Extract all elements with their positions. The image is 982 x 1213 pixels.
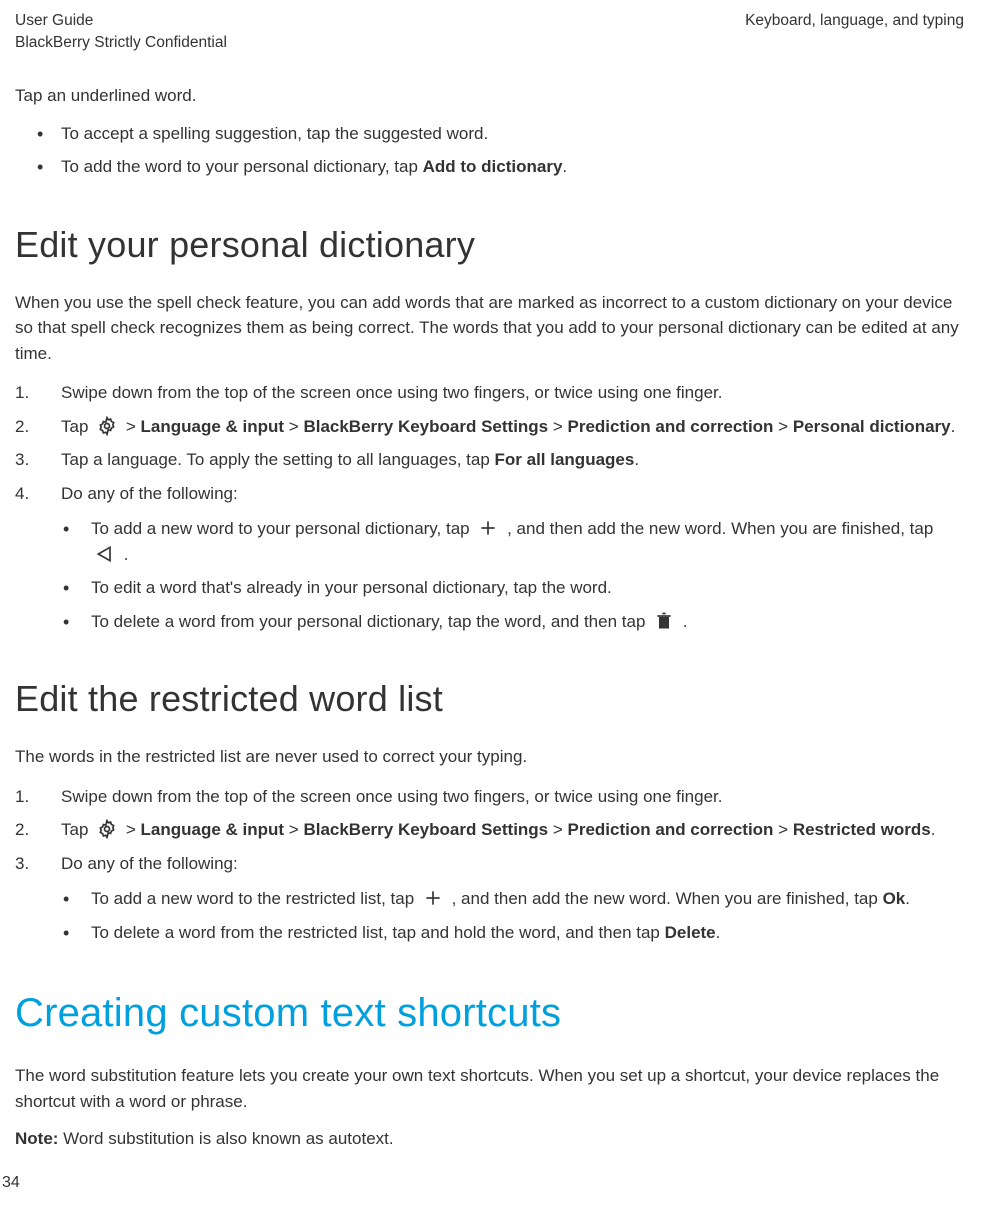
intro-bullet-2-bold: Add to dictionary: [423, 157, 563, 176]
s1s2-b3: Prediction and correction: [568, 417, 774, 436]
section2-sub1: To add a new word to the restricted list…: [63, 886, 964, 912]
s1s2-gt1: >: [121, 417, 140, 436]
settings-gear-icon: [97, 416, 117, 436]
section1-sub3: To delete a word from your personal dict…: [63, 609, 964, 635]
s2s2-b1: Language & input: [141, 820, 285, 839]
section1-step4: Do any of the following: To add a new wo…: [15, 481, 964, 635]
s1s3-suffix: .: [634, 450, 639, 469]
s2sub1-b: , and then add the new word. When you ar…: [447, 889, 883, 908]
s2sub1-c: .: [905, 889, 910, 908]
s1sub2-text: To edit a word that's already in your pe…: [91, 578, 612, 597]
intro-bullet-2-prefix: To add the word to your personal diction…: [61, 157, 423, 176]
header-right: Keyboard, language, and typing: [745, 10, 964, 53]
section2-desc: The words in the restricted list are nev…: [15, 744, 964, 770]
section1-sub2: To edit a word that's already in your pe…: [63, 575, 964, 601]
s1s2-b4: Personal dictionary: [793, 417, 951, 436]
s2s2-gt1: >: [121, 820, 140, 839]
intro-bullet-list: To accept a spelling suggestion, tap the…: [15, 121, 964, 180]
s1s2-b1: Language & input: [141, 417, 285, 436]
section3-desc: The word substitution feature lets you c…: [15, 1063, 964, 1114]
s2s2-b4: Restricted words: [793, 820, 931, 839]
section2-step1: Swipe down from the top of the screen on…: [15, 784, 964, 810]
settings-gear-icon: [97, 819, 117, 839]
section2-steps: Swipe down from the top of the screen on…: [15, 784, 964, 946]
s2sub2-a: To delete a word from the restricted lis…: [91, 923, 665, 942]
s1sub1-a: To add a new word to your personal dicti…: [91, 519, 474, 538]
header-section-title: Keyboard, language, and typing: [745, 10, 964, 32]
intro-bullet-2: To add the word to your personal diction…: [37, 154, 964, 180]
s1s2-gt2: >: [284, 417, 303, 436]
intro-bullet-2-suffix: .: [562, 157, 567, 176]
s1s2-gt3: >: [548, 417, 567, 436]
s2sub2-b: .: [716, 923, 721, 942]
s1sub1-c: .: [119, 545, 128, 564]
section-edit-dictionary-title: Edit your personal dictionary: [15, 218, 964, 272]
s2sub1-bold: Ok: [883, 889, 906, 908]
s2s2-gt3: >: [548, 820, 567, 839]
section1-step1-text: Swipe down from the top of the screen on…: [61, 383, 722, 402]
s1s4-text: Do any of the following:: [61, 484, 238, 503]
s2s2-b2: BlackBerry Keyboard Settings: [303, 820, 548, 839]
note-label: Note:: [15, 1129, 58, 1148]
section1-desc: When you use the spell check feature, yo…: [15, 290, 964, 367]
section2-step3: Do any of the following: To add a new wo…: [15, 851, 964, 946]
section1-sublist: To add a new word to your personal dicti…: [61, 516, 964, 634]
section1-step1: Swipe down from the top of the screen on…: [15, 380, 964, 406]
section1-step2: Tap > Language & input > BlackBerry Keyb…: [15, 414, 964, 440]
note-text: Word substitution is also known as autot…: [58, 1129, 393, 1148]
section2-sublist: To add a new word to the restricted list…: [61, 886, 964, 945]
intro-bullet-1-text: To accept a spelling suggestion, tap the…: [61, 124, 488, 143]
s2sub1-a: To add a new word to the restricted list…: [91, 889, 419, 908]
s1sub3-b: .: [678, 612, 687, 631]
header-left: User Guide BlackBerry Strictly Confident…: [15, 10, 227, 53]
intro-tap-underlined: Tap an underlined word.: [15, 83, 964, 109]
s2s2-gt4: >: [773, 820, 792, 839]
s2s2-end: .: [931, 820, 936, 839]
back-triangle-icon: [95, 544, 115, 564]
section3-note: Note: Word substitution is also known as…: [15, 1126, 964, 1152]
plus-icon: [423, 888, 443, 908]
s2s2-b3: Prediction and correction: [568, 820, 774, 839]
delete-trash-icon: [654, 611, 674, 631]
s1s2-gt4: >: [773, 417, 792, 436]
page-number: 34: [2, 1171, 20, 1195]
s2s2-gt2: >: [284, 820, 303, 839]
page-header: User Guide BlackBerry Strictly Confident…: [15, 10, 964, 53]
section1-step2-tap: Tap: [61, 417, 93, 436]
s2s3-text: Do any of the following:: [61, 854, 238, 873]
section1-steps: Swipe down from the top of the screen on…: [15, 380, 964, 634]
header-confidential: BlackBerry Strictly Confidential: [15, 32, 227, 54]
section1-sub1: To add a new word to your personal dicti…: [63, 516, 964, 567]
s1sub1-b: , and then add the new word. When you ar…: [502, 519, 933, 538]
s1s2-b2: BlackBerry Keyboard Settings: [303, 417, 548, 436]
header-user-guide: User Guide: [15, 10, 227, 32]
section-restricted-title: Edit the restricted word list: [15, 672, 964, 726]
section1-step3: Tap a language. To apply the setting to …: [15, 447, 964, 473]
section-shortcuts-title: Creating custom text shortcuts: [15, 983, 964, 1043]
plus-icon: [478, 518, 498, 538]
intro-bullet-1: To accept a spelling suggestion, tap the…: [37, 121, 964, 147]
section2-step2: Tap > Language & input > BlackBerry Keyb…: [15, 817, 964, 843]
s1s2-end: .: [951, 417, 956, 436]
s2sub2-bold: Delete: [665, 923, 716, 942]
section2-sub2: To delete a word from the restricted lis…: [63, 920, 964, 946]
s1s3-prefix: Tap a language. To apply the setting to …: [61, 450, 495, 469]
s1sub3-a: To delete a word from your personal dict…: [91, 612, 650, 631]
s2s1-text: Swipe down from the top of the screen on…: [61, 787, 722, 806]
page-content: User Guide BlackBerry Strictly Confident…: [0, 0, 982, 1152]
s2s2-tap: Tap: [61, 820, 93, 839]
s1s3-bold: For all languages: [495, 450, 635, 469]
